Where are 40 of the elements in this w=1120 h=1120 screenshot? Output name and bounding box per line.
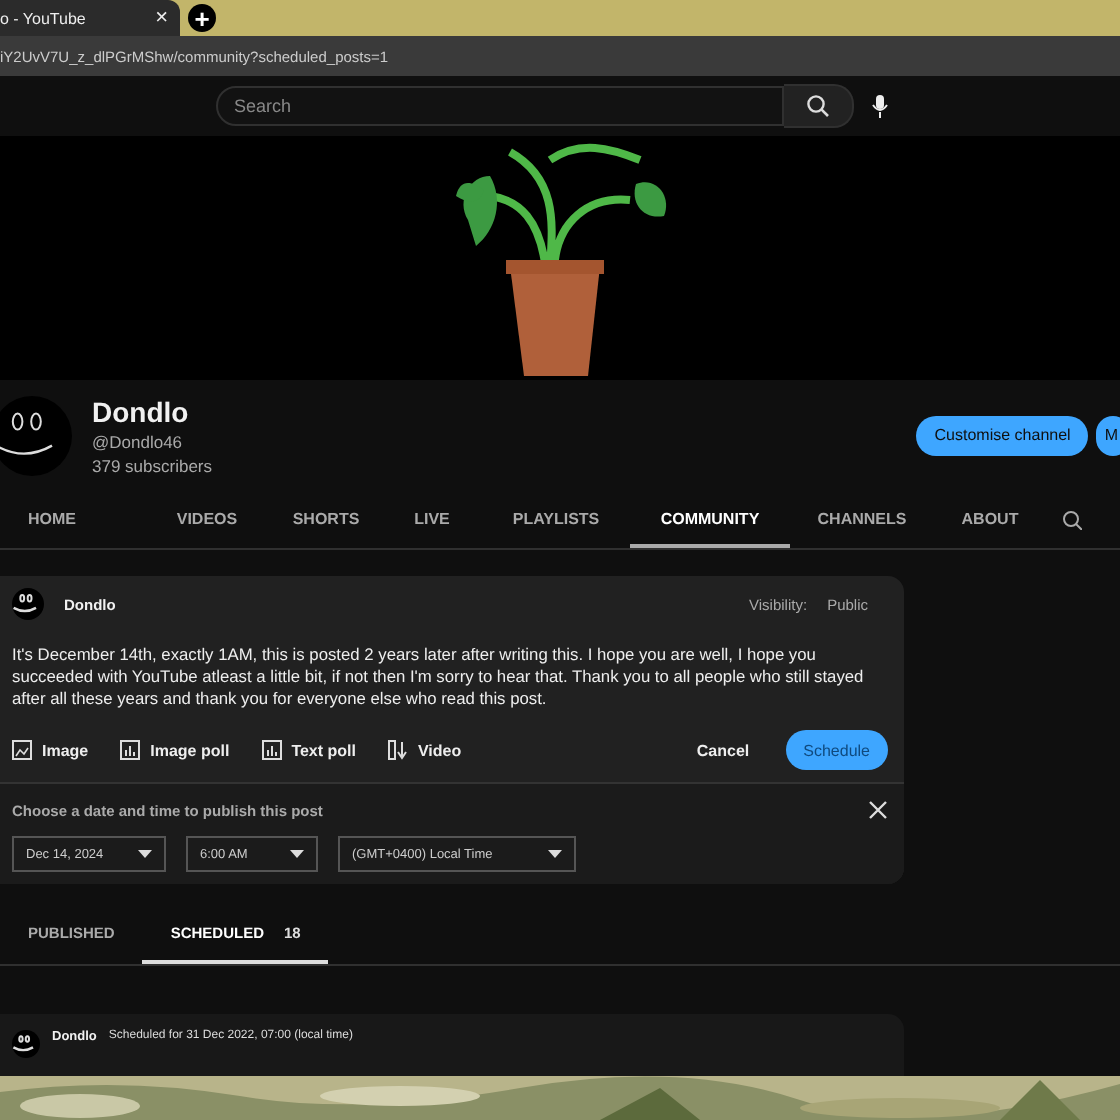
channel-tab[interactable]: COMMUNITY bbox=[630, 492, 790, 548]
attachment-button[interactable]: Image bbox=[12, 740, 89, 760]
author-avatar bbox=[12, 1030, 40, 1058]
cancel-button[interactable]: Cancel bbox=[684, 739, 762, 761]
search-icon bbox=[806, 94, 830, 118]
customise-channel-button[interactable]: Customise channel bbox=[916, 415, 1089, 455]
close-icon[interactable] bbox=[868, 800, 888, 820]
caret-icon bbox=[138, 850, 152, 858]
channel-tab[interactable]: VIDEOS bbox=[144, 492, 270, 548]
channel-tab[interactable]: CHANNELS bbox=[790, 492, 934, 548]
poll-icon bbox=[120, 740, 141, 760]
attachment-button[interactable]: Text poll bbox=[261, 740, 356, 760]
poll-icon bbox=[261, 740, 282, 760]
author-avatar bbox=[12, 588, 44, 620]
video-icon bbox=[387, 740, 408, 760]
subscriber-count: 379 subscribers bbox=[92, 455, 215, 475]
tab-title: o - YouTube bbox=[0, 9, 86, 27]
manage-videos-button[interactable]: M bbox=[1096, 415, 1120, 455]
search-field[interactable]: Search bbox=[216, 86, 784, 126]
attachment-button[interactable]: Video bbox=[387, 740, 462, 760]
channel-tab[interactable]: ABOUT bbox=[934, 492, 1046, 548]
browser-tab[interactable]: o - YouTube × bbox=[0, 0, 180, 36]
post-text: It's December 14th, exactly 1AM, this is posted 2 years later after writing this. I hope you are well, I hope you succeeded with YouTube atleast a little bit, if not then I'm sorry to hear that. Thank you to all people who still stayed after all these years and thank you for everyone else who read this post. bbox=[12, 644, 866, 710]
microphone-icon[interactable] bbox=[870, 94, 890, 118]
attachment-button[interactable]: Image poll bbox=[120, 740, 230, 760]
channel-name: Dondlo bbox=[92, 395, 191, 427]
search-icon[interactable] bbox=[1062, 510, 1082, 530]
channel-tab[interactable]: LIVE bbox=[382, 492, 482, 548]
caret-icon bbox=[290, 850, 304, 858]
close-icon[interactable]: × bbox=[155, 6, 168, 30]
image-icon bbox=[12, 740, 32, 760]
schedule-button[interactable]: Schedule bbox=[785, 730, 888, 770]
search-button[interactable] bbox=[784, 84, 854, 128]
channel-avatar bbox=[0, 395, 72, 475]
caret-icon bbox=[548, 850, 562, 858]
new-tab-button[interactable]: + bbox=[188, 4, 216, 32]
channel-tab[interactable]: HOME bbox=[28, 492, 144, 548]
channel-tab[interactable]: PLAYLISTS bbox=[482, 492, 630, 548]
channel-tab[interactable]: SHORTS bbox=[270, 492, 382, 548]
channel-handle: @Dondlo46 bbox=[92, 431, 185, 451]
